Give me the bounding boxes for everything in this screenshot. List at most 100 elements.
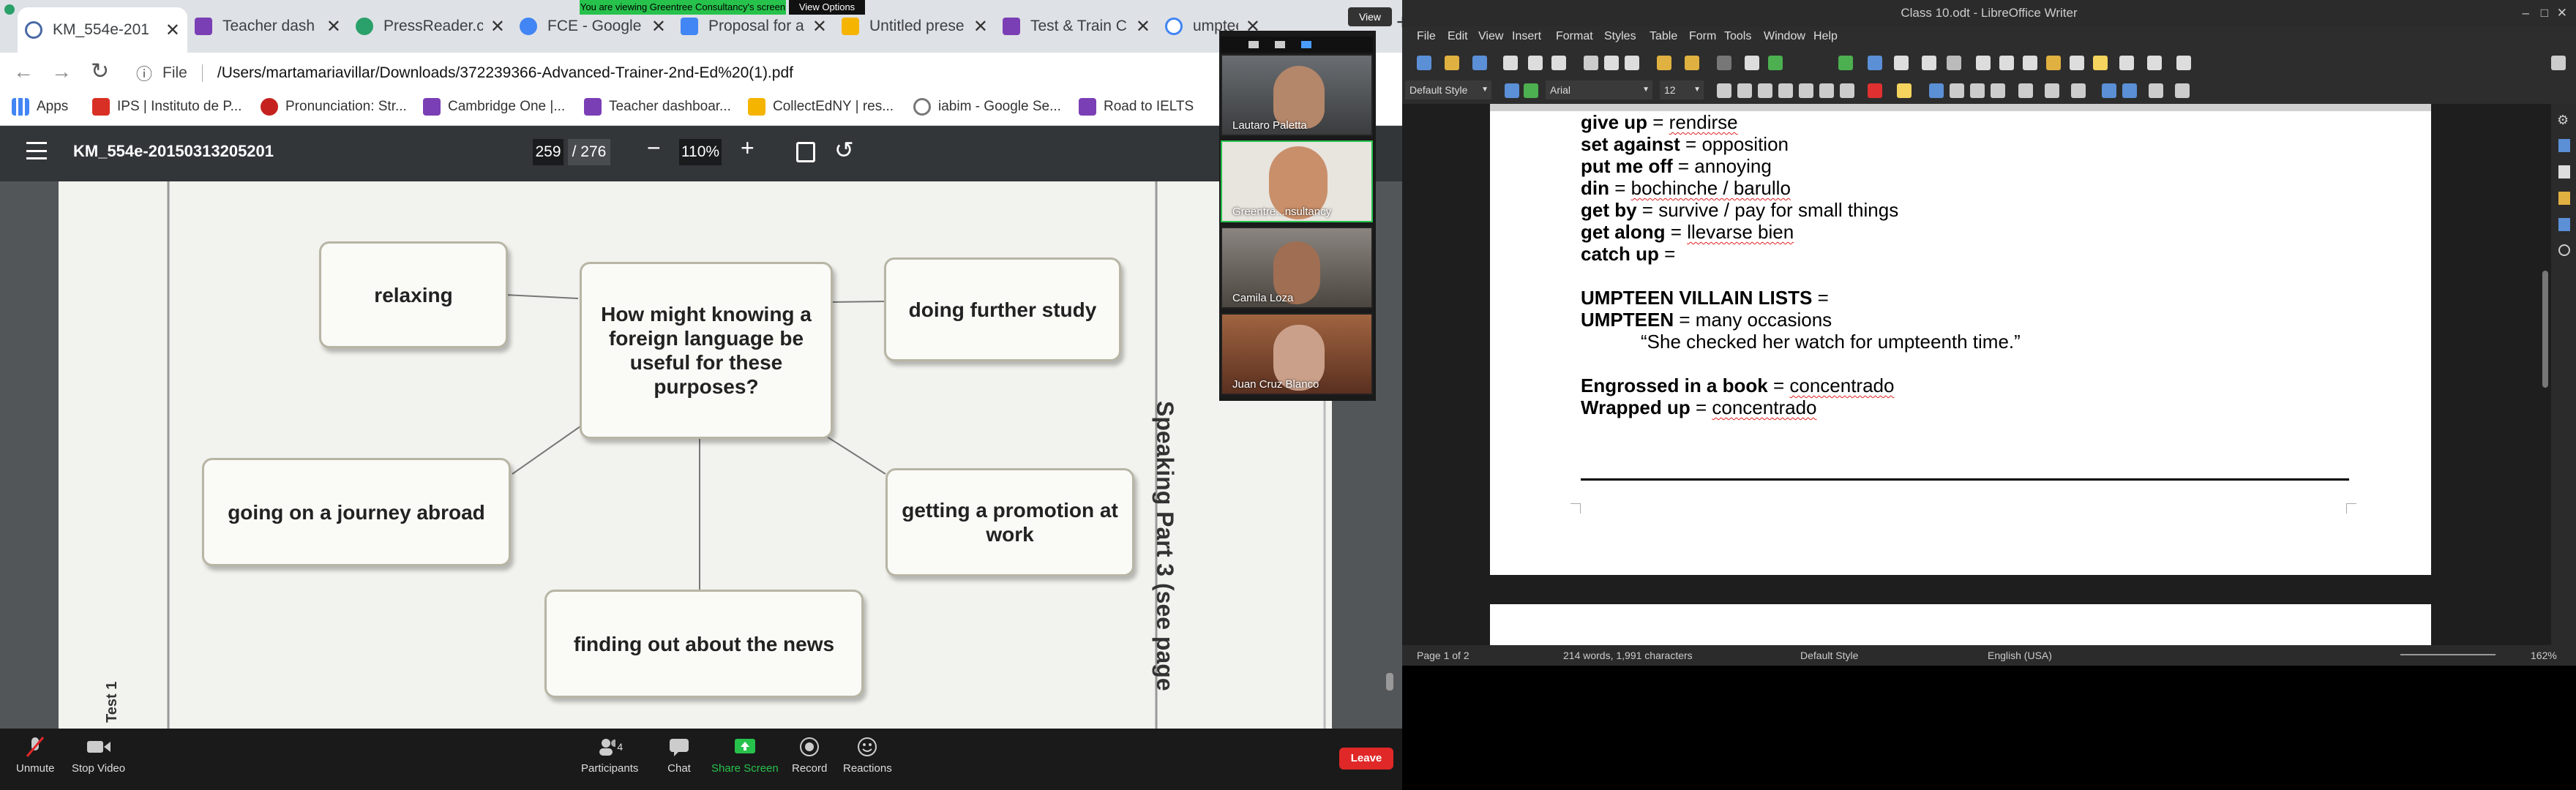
- zoom-out-icon[interactable]: −: [647, 135, 661, 162]
- speaker-layout-icon[interactable]: [1275, 41, 1285, 48]
- minimize-icon[interactable]: –: [2523, 0, 2529, 26]
- menu-icon[interactable]: [26, 142, 47, 159]
- menu-edit[interactable]: Edit: [1448, 30, 1468, 43]
- document-page-2[interactable]: [1490, 604, 2431, 645]
- insert-comment-icon[interactable]: [2093, 56, 2108, 70]
- menu-help[interactable]: Help: [1813, 30, 1838, 43]
- justify-icon[interactable]: [1991, 83, 2005, 98]
- menu-view[interactable]: View: [1478, 30, 1503, 43]
- font-color-icon[interactable]: [1868, 83, 1882, 98]
- doc-line-example[interactable]: “She checked her watch for umpteenth tim…: [1641, 331, 2021, 353]
- insert-line-icon[interactable]: [2147, 56, 2162, 70]
- paste-icon[interactable]: [1625, 56, 1639, 70]
- gallery-layout-icon[interactable]: [1301, 41, 1311, 48]
- chat-button[interactable]: Chat: [666, 736, 692, 775]
- menu-form[interactable]: Form: [1689, 30, 1716, 43]
- doc-line-umpteen[interactable]: UMPTEEN = many occasions: [1581, 309, 1832, 331]
- insert-textbox-icon[interactable]: [1922, 56, 1936, 70]
- sidebar-toggle-icon[interactable]: [2551, 56, 2566, 70]
- view-button[interactable]: View: [1348, 7, 1392, 26]
- document-scrollbar[interactable]: [2542, 271, 2548, 388]
- view-options-button[interactable]: View Options: [789, 0, 865, 15]
- rotate-icon[interactable]: ↺: [834, 136, 854, 164]
- close-icon[interactable]: ✕: [651, 16, 666, 37]
- stop-video-button[interactable]: Stop Video: [72, 736, 125, 775]
- address-text[interactable]: /Users/martamariavillar/Downloads/372239…: [217, 64, 793, 82]
- outline-icon[interactable]: [2071, 83, 2086, 98]
- doc-line-engrossed[interactable]: Engrossed in a book = concentrado: [1581, 375, 1894, 396]
- insert-bookmark-icon[interactable]: [2046, 56, 2061, 70]
- properties-icon[interactable]: ⚙: [2557, 113, 2569, 128]
- insert-cross-reference-icon[interactable]: [2070, 56, 2084, 70]
- clone-formatting-icon[interactable]: [1657, 56, 1671, 70]
- bullets-icon[interactable]: [2018, 83, 2033, 98]
- doc-line-set-against[interactable]: set against = opposition: [1581, 133, 1789, 155]
- participants-button[interactable]: 4 Participants: [581, 736, 638, 775]
- tab-teacher-dash[interactable]: Teacher dash ✕: [187, 7, 348, 45]
- decrease-indent-icon[interactable]: [2122, 83, 2137, 98]
- bookmark-apps[interactable]: Apps: [12, 98, 68, 116]
- copy-icon[interactable]: [1604, 56, 1619, 70]
- close-icon[interactable]: ✕: [812, 16, 827, 37]
- close-icon[interactable]: ✕: [490, 16, 505, 37]
- superscript-icon[interactable]: [1799, 83, 1813, 98]
- doc-line-put-me-off[interactable]: put me off = annoying: [1581, 155, 1772, 177]
- unmute-button[interactable]: Unmute: [16, 736, 55, 775]
- bold-icon[interactable]: [1717, 83, 1731, 98]
- increase-indent-icon[interactable]: [2102, 83, 2116, 98]
- status-word-count[interactable]: 214 words, 1,991 characters: [1563, 650, 1693, 661]
- fit-page-icon[interactable]: [796, 142, 815, 162]
- basic-shapes-icon[interactable]: [2176, 56, 2191, 70]
- status-language[interactable]: English (USA): [1988, 650, 2052, 661]
- paragraph-style-select[interactable]: Default Style ▼: [1405, 80, 1491, 99]
- print-icon[interactable]: [1528, 56, 1543, 70]
- track-changes-icon[interactable]: [2119, 56, 2134, 70]
- bookmark-ips[interactable]: IPS | Instituto de P...: [92, 98, 242, 116]
- gallery-icon[interactable]: [2558, 192, 2570, 205]
- video-tile-greentree[interactable]: Greentre...nsultancy: [1221, 140, 1373, 222]
- grid-layout-icon[interactable]: [1248, 41, 1259, 48]
- status-page-style[interactable]: Default Style: [1800, 650, 1858, 661]
- clear-formatting-icon[interactable]: [1840, 83, 1854, 98]
- align-right-icon[interactable]: [1970, 83, 1985, 98]
- save-icon[interactable]: [1472, 56, 1487, 70]
- strikethrough-icon[interactable]: [1778, 83, 1793, 98]
- page-number-input[interactable]: 259: [533, 139, 564, 165]
- insert-footnote-icon[interactable]: [1999, 56, 2014, 70]
- forward-icon[interactable]: →: [51, 60, 72, 83]
- bookmark-pronunciation[interactable]: Pronunciation: Str...: [261, 98, 407, 116]
- doc-line-umpteen-villain[interactable]: UMPTEEN VILLAIN LISTS =: [1581, 287, 1829, 309]
- undo-icon[interactable]: [1685, 56, 1699, 70]
- line-spacing-icon[interactable]: [2149, 83, 2163, 98]
- video-tile-camila[interactable]: Camila Loza: [1221, 227, 1373, 309]
- close-icon[interactable]: ✕: [165, 20, 180, 41]
- close-icon[interactable]: ✕: [973, 16, 988, 37]
- maximize-icon[interactable]: □: [2541, 0, 2548, 26]
- menu-table[interactable]: Table: [1650, 30, 1677, 43]
- tab-km554e[interactable]: KM_554e-201 ✕: [18, 7, 187, 53]
- export-pdf-icon[interactable]: [1503, 56, 1518, 70]
- doc-line-get-by[interactable]: get by = survive / pay for small things: [1581, 199, 1898, 221]
- new-style-icon[interactable]: [1524, 83, 1538, 98]
- share-screen-button[interactable]: Share Screen: [711, 736, 779, 775]
- back-icon[interactable]: ←: [13, 60, 34, 83]
- reactions-button[interactable]: Reactions: [843, 736, 892, 775]
- page-icon[interactable]: [2558, 139, 2570, 152]
- insert-special-char-icon[interactable]: [1947, 56, 1961, 70]
- align-center-icon[interactable]: [1950, 83, 1964, 98]
- insert-chart-icon[interactable]: [1894, 56, 1909, 70]
- insert-endnote-icon[interactable]: [2023, 56, 2037, 70]
- leave-button[interactable]: Leave: [1339, 748, 1393, 770]
- bookmark-collectedny[interactable]: CollectEdNY | res...: [748, 98, 894, 116]
- insert-table-icon[interactable]: [1838, 56, 1853, 70]
- reload-icon[interactable]: ↻: [91, 59, 109, 84]
- bookmark-teacher-dashboard[interactable]: Teacher dashboar...: [584, 98, 731, 116]
- bookmark-iabim[interactable]: iabim - Google Se...: [913, 98, 1061, 116]
- status-page[interactable]: Page 1 of 2: [1417, 650, 1469, 661]
- doc-line-catch-up[interactable]: catch up =: [1581, 243, 1675, 265]
- print-preview-icon[interactable]: [1551, 56, 1566, 70]
- cut-icon[interactable]: [1584, 56, 1598, 70]
- redo-icon[interactable]: [1717, 56, 1731, 70]
- doc-line-get-along[interactable]: get along = llevarse bien: [1581, 221, 1794, 243]
- tab-test-train[interactable]: Test & Train C ✕: [995, 7, 1158, 45]
